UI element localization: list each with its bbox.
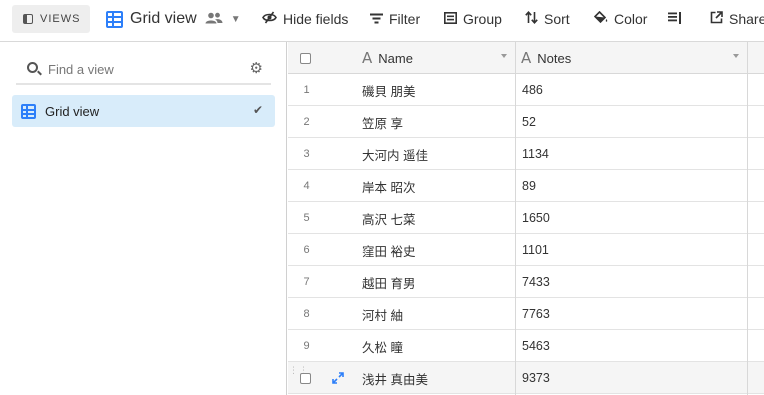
column-menu-chevron-icon[interactable] xyxy=(501,54,507,58)
cell-notes[interactable]: 1134 xyxy=(522,138,742,170)
color-button[interactable]: Color xyxy=(593,10,648,28)
cell-name[interactable]: 笠原 享 xyxy=(362,106,512,138)
table-row[interactable]: ⋮⋮ 浅井 真由美 9373 xyxy=(288,362,764,394)
table-row[interactable]: 7 越田 育男 7433 xyxy=(288,266,764,298)
cell-notes[interactable]: 9373 xyxy=(522,362,742,394)
row-number: 4 xyxy=(303,180,310,192)
cell-name[interactable]: 大河内 遥佳 xyxy=(362,138,512,170)
row-checkbox[interactable] xyxy=(300,372,311,384)
table-row[interactable]: 4 岸本 昭次 89 xyxy=(288,170,764,202)
group-label: Group xyxy=(463,11,502,27)
column-header-label: Notes xyxy=(537,50,572,66)
checkmark-icon: ✔ xyxy=(252,103,263,117)
sort-button[interactable]: Sort xyxy=(525,10,570,28)
find-view-search: ⚙ xyxy=(16,54,271,85)
cell-name[interactable]: 浅井 真由美 xyxy=(362,362,512,394)
row-number: 7 xyxy=(303,276,310,288)
paint-bucket-icon xyxy=(593,10,608,27)
grid-view-icon xyxy=(21,103,36,119)
filter-button[interactable]: Filter xyxy=(370,10,420,28)
cell-name[interactable]: 高沢 七菜 xyxy=(362,202,512,234)
current-view-name: Grid view xyxy=(130,10,197,27)
sidebar-toggle-icon xyxy=(23,14,33,24)
hide-fields-label: Hide fields xyxy=(283,11,349,27)
column-header-notes[interactable]: A Notes xyxy=(521,42,747,74)
cell-name[interactable]: 岸本 昭次 xyxy=(362,170,512,202)
cell-name[interactable]: 越田 育男 xyxy=(362,266,512,298)
select-all-checkbox-cell[interactable] xyxy=(300,42,320,74)
color-label: Color xyxy=(614,11,648,27)
views-sidebar: ⚙ Grid view ✔ xyxy=(0,42,287,395)
row-number: 6 xyxy=(303,244,310,256)
row-number: 3 xyxy=(303,148,310,160)
group-icon xyxy=(444,11,457,27)
select-all-checkbox[interactable] xyxy=(300,52,311,64)
chevron-down-icon: ▼ xyxy=(230,13,241,25)
cell-notes[interactable]: 1101 xyxy=(522,234,742,266)
table-row[interactable]: 6 窪田 裕史 1101 xyxy=(288,234,764,266)
row-checkbox-cell[interactable] xyxy=(300,362,320,394)
sidebar-view-label: Grid view xyxy=(45,103,100,119)
cell-name[interactable]: 磯貝 朋美 xyxy=(362,74,512,106)
grid-view-icon xyxy=(106,10,123,28)
row-height-button[interactable] xyxy=(668,10,688,28)
sidebar-view-grid-view[interactable]: Grid view ✔ xyxy=(12,95,275,127)
row-number: 8 xyxy=(303,308,310,320)
table-row[interactable]: 2 笠原 享 52 xyxy=(288,106,764,138)
share-button[interactable]: Share xyxy=(710,10,764,28)
find-view-input[interactable] xyxy=(48,59,238,79)
column-header-name[interactable]: A Name xyxy=(362,42,515,74)
table-row[interactable]: 9 久松 瞳 5463 xyxy=(288,330,764,362)
external-share-icon xyxy=(710,11,723,27)
column-header-label: Name xyxy=(378,50,413,66)
cell-notes[interactable]: 7433 xyxy=(522,266,742,298)
cell-notes[interactable]: 5463 xyxy=(522,330,742,362)
row-number: 5 xyxy=(303,212,310,224)
cell-notes[interactable]: 1650 xyxy=(522,202,742,234)
text-field-type-icon: A xyxy=(521,49,532,67)
cell-name[interactable]: 久松 瞳 xyxy=(362,330,512,362)
hide-fields-button[interactable]: Hide fields xyxy=(262,10,348,28)
expand-record-icon[interactable] xyxy=(332,371,344,387)
sort-icon xyxy=(525,11,538,27)
cell-notes[interactable]: 7763 xyxy=(522,298,742,330)
text-field-type-icon: A xyxy=(362,49,373,67)
eye-slash-icon xyxy=(262,11,277,27)
toolbar: VIEWS Grid view ▼ Hide fields Filter Gro… xyxy=(0,0,764,42)
gear-icon[interactable]: ⚙ xyxy=(250,59,263,77)
collaborative-people-icon xyxy=(205,12,223,27)
cell-notes[interactable]: 89 xyxy=(522,170,742,202)
table-row[interactable]: 3 大河内 遥佳 1134 xyxy=(288,138,764,170)
views-label: VIEWS xyxy=(40,13,81,25)
row-number: 1 xyxy=(303,84,310,96)
cell-notes[interactable]: 486 xyxy=(522,74,742,106)
table-row[interactable]: 1 磯貝 朋美 486 xyxy=(288,74,764,106)
row-number: 9 xyxy=(303,340,310,352)
share-label: Share xyxy=(729,11,764,27)
cell-notes[interactable]: 52 xyxy=(522,106,742,138)
cell-name[interactable]: 河村 紬 xyxy=(362,298,512,330)
row-height-icon xyxy=(668,11,682,27)
data-grid: A Name A Notes 1 磯貝 朋美 486 2 笠原 享 52 3 大河内 遥佳 11… xyxy=(288,42,764,395)
group-button[interactable]: Group xyxy=(444,10,502,28)
filter-icon xyxy=(370,12,383,27)
table-row[interactable]: 5 高沢 七菜 1650 xyxy=(288,202,764,234)
cell-name[interactable]: 窪田 裕史 xyxy=(362,234,512,266)
column-divider xyxy=(747,42,748,395)
table-row[interactable]: 8 河村 紬 7763 xyxy=(288,298,764,330)
column-divider xyxy=(515,42,516,395)
sort-label: Sort xyxy=(544,11,570,27)
column-menu-chevron-icon[interactable] xyxy=(733,54,739,58)
grid-header-row: A Name A Notes xyxy=(288,42,764,74)
search-icon xyxy=(27,62,38,73)
row-number: 2 xyxy=(303,116,310,128)
views-toggle-button[interactable]: VIEWS xyxy=(12,5,90,33)
filter-label: Filter xyxy=(389,11,421,27)
current-view-selector[interactable]: Grid view ▼ xyxy=(106,8,241,30)
